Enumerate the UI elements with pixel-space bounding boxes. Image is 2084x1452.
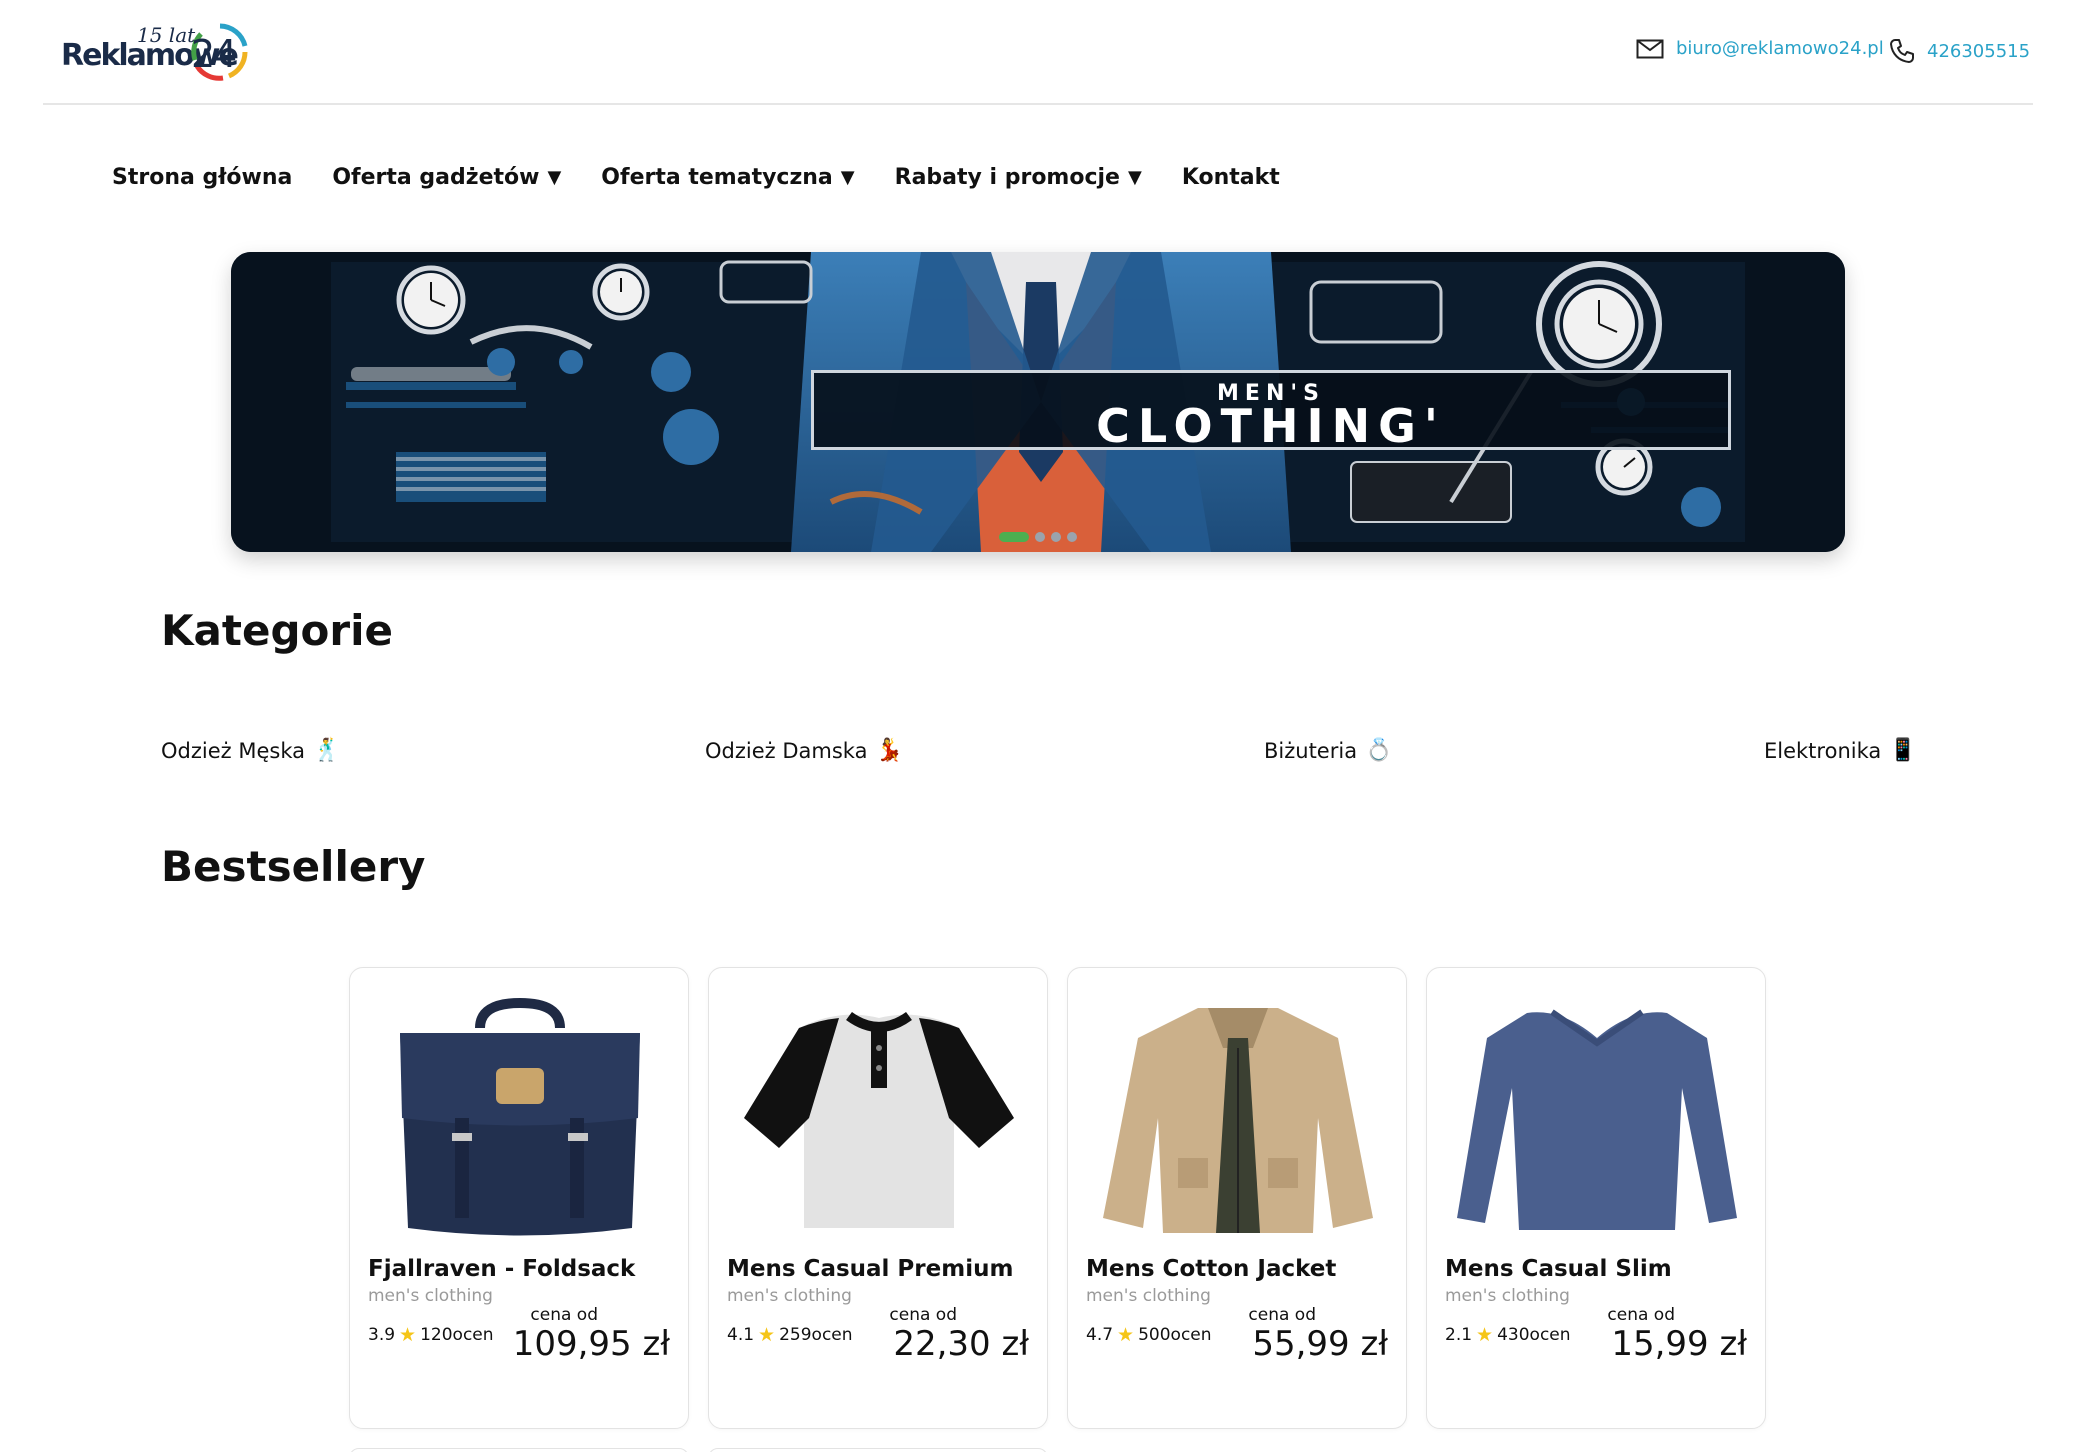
carousel-dot[interactable] (1051, 532, 1061, 542)
categories-heading: Kategorie (161, 606, 393, 655)
nav-item-label: Rabaty i promocje (894, 165, 1120, 190)
dropdown-caret-icon: ▼ (1127, 167, 1142, 188)
nav-item-gadgets[interactable]: Oferta gadżetów ▼ (332, 165, 561, 190)
email-text: biuro@reklamowo24.pl (1676, 38, 1884, 59)
rating-value: 2.1 (1445, 1325, 1473, 1345)
price-from-label: cena od (889, 1305, 957, 1325)
nav-item-discounts[interactable]: Rabaty i promocje ▼ (895, 165, 1142, 190)
price-from-label: cena od (1607, 1305, 1675, 1325)
price-from-label: cena od (1248, 1305, 1316, 1325)
product-title: Fjallraven - Foldsack (368, 1256, 636, 1282)
star-icon: ★ (399, 1324, 417, 1346)
product-price: 109,95 zł (512, 1324, 670, 1364)
product-category: men's clothing (368, 1286, 493, 1306)
product-price: 55,99 zł (1252, 1324, 1388, 1364)
category-label: Odzież Damska (705, 738, 868, 763)
dancing-woman-icon: 💃 (875, 738, 903, 763)
category-jewelery[interactable]: Biżuteria 💍 (1264, 738, 1392, 763)
product-card-partial[interactable] (708, 1448, 1048, 1452)
phone-link[interactable]: 426305515 (1889, 38, 2030, 64)
banner-title-main: CLOTHING' (1096, 399, 1446, 453)
rating-value: 4.1 (727, 1325, 755, 1345)
product-title: Mens Casual Slim (1445, 1256, 1672, 1282)
backpack-image (400, 998, 640, 1236)
phone-icon (1890, 39, 1914, 63)
star-icon: ★ (758, 1324, 776, 1346)
product-card-partial[interactable] (349, 1448, 689, 1452)
phone-text: 426305515 (1927, 40, 2031, 62)
reviews-count: 259ocen (779, 1325, 853, 1345)
logo-number-text: 24 (191, 32, 237, 76)
site-header: 15 lat Reklamowe 24 biuro@reklamowo24.pl… (43, 0, 2033, 105)
rating-value: 4.7 (1086, 1325, 1114, 1345)
product-category: men's clothing (1086, 1286, 1211, 1306)
category-electronics[interactable]: Elektronika 📱 (1764, 738, 1917, 763)
product-title: Mens Casual Premium (727, 1256, 1014, 1282)
nav-item-label: Oferta gadżetów (332, 165, 540, 190)
product-category: men's clothing (727, 1286, 852, 1306)
product-category: men's clothing (1445, 1286, 1570, 1306)
banner-title-box: MEN'S CLOTHING' (811, 370, 1731, 453)
nav-item-home[interactable]: Strona główna (112, 165, 292, 190)
category-womens-clothing[interactable]: Odzież Damska 💃 (705, 738, 903, 763)
product-price: 15,99 zł (1611, 1324, 1747, 1364)
email-link[interactable]: biuro@reklamowo24.pl (1636, 38, 1884, 59)
product-card[interactable]: Fjallraven - Foldsack men's clothing 3.9… (349, 967, 689, 1429)
mobile-phone-icon: 📱 (1889, 738, 1917, 763)
slim-longsleeve-image (1457, 1009, 1737, 1230)
category-label: Odzież Męska (161, 738, 305, 763)
reviews-count: 500ocen (1138, 1325, 1212, 1345)
nav-item-label: Kontakt (1181, 165, 1280, 190)
star-icon: ★ (1476, 1324, 1494, 1346)
product-rating: 3.9 ★ 120ocen (368, 1324, 494, 1346)
carousel-dot[interactable] (999, 532, 1029, 542)
category-label: Elektronika (1764, 738, 1882, 763)
product-price: 22,30 zł (893, 1324, 1029, 1364)
star-icon: ★ (1117, 1324, 1135, 1346)
envelope-icon (1636, 39, 1664, 58)
category-label: Biżuteria (1264, 738, 1358, 763)
dropdown-caret-icon: ▼ (547, 167, 562, 188)
price-from-label: cena od (530, 1305, 598, 1325)
raglan-tshirt-image (744, 1011, 1014, 1228)
dancing-man-icon: 🕺 (312, 738, 341, 763)
carousel-dot[interactable] (1067, 532, 1077, 542)
product-rating: 4.1 ★ 259ocen (727, 1324, 853, 1346)
nav-item-themed-offer[interactable]: Oferta tematyczna ▼ (601, 165, 854, 190)
product-rating: 2.1 ★ 430ocen (1445, 1324, 1571, 1346)
product-rating: 4.7 ★ 500ocen (1086, 1324, 1212, 1346)
hero-banner-carousel[interactable]: MEN'S CLOTHING' (231, 252, 1845, 552)
category-mens-clothing[interactable]: Odzież Męska 🕺 (161, 738, 340, 763)
dropdown-caret-icon: ▼ (840, 167, 855, 188)
product-card[interactable]: Mens Casual Slim men's clothing 2.1 ★ 43… (1426, 967, 1766, 1429)
cotton-jacket-image (1103, 1008, 1373, 1233)
nav-item-contact[interactable]: Kontakt (1182, 165, 1280, 190)
bestsellers-heading: Bestsellery (161, 842, 426, 891)
reviews-count: 120ocen (420, 1325, 494, 1345)
carousel-dots (999, 532, 1083, 542)
product-card[interactable]: Mens Casual Premium men's clothing 4.1 ★… (708, 967, 1048, 1429)
reviews-count: 430ocen (1497, 1325, 1571, 1345)
main-nav: Strona główna Oferta gadżetów ▼ Oferta t… (112, 165, 1320, 190)
carousel-dot[interactable] (1035, 532, 1045, 542)
product-card[interactable]: Mens Cotton Jacket men's clothing 4.7 ★ … (1067, 967, 1407, 1429)
ring-icon: 💍 (1365, 738, 1393, 763)
rating-value: 3.9 (368, 1325, 396, 1345)
nav-item-label: Oferta tematyczna (601, 165, 833, 190)
nav-item-label: Strona główna (112, 165, 293, 190)
product-title: Mens Cotton Jacket (1086, 1256, 1337, 1282)
reklamowe24-logo[interactable]: 15 lat Reklamowe 24 (61, 22, 261, 84)
